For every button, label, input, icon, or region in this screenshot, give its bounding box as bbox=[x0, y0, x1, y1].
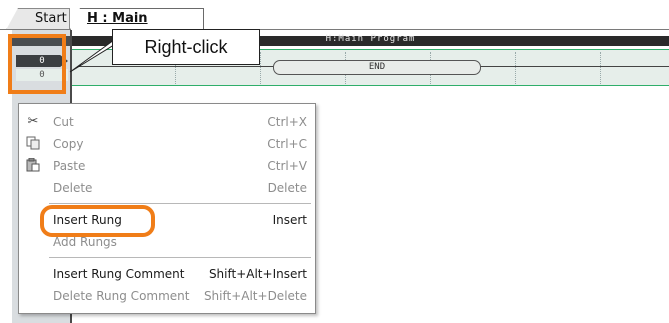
insert-rung-highlight bbox=[40, 205, 155, 237]
end-instruction[interactable]: END bbox=[273, 60, 481, 75]
menu-item-shortcut: Ctrl+C bbox=[267, 137, 307, 151]
right-click-callout: Right-click bbox=[112, 29, 260, 65]
menu-item-label: Cut bbox=[53, 115, 74, 129]
menu-item-shortcut: Insert bbox=[272, 213, 307, 227]
menu-item-label: Delete Rung Comment bbox=[53, 289, 190, 303]
rung-header-highlight bbox=[8, 34, 66, 94]
menu-item-label: Copy bbox=[53, 137, 84, 151]
menu-item-cut[interactable]: ✂ Cut Ctrl+X bbox=[19, 112, 315, 132]
menu-separator bbox=[49, 257, 311, 258]
menu-separator bbox=[49, 203, 311, 204]
menu-item-shortcut: Shift+Alt+Insert bbox=[208, 267, 307, 281]
paste-icon bbox=[25, 157, 41, 174]
copy-icon-glyph bbox=[26, 136, 40, 150]
menu-item-delete-rung-comment[interactable]: Delete Rung Comment Shift+Alt+Delete bbox=[19, 286, 315, 306]
menu-item-insert-rung-comment[interactable]: Insert Rung Comment Shift+Alt+Insert bbox=[19, 264, 315, 284]
menu-item-shortcut: Shift+Alt+Delete bbox=[203, 289, 307, 303]
grid-line bbox=[260, 52, 261, 84]
tab-strip: Start H : Main Program bbox=[0, 0, 669, 30]
menu-item-label: Delete bbox=[53, 181, 93, 195]
menu-item-label: Paste bbox=[53, 159, 86, 173]
grid-line bbox=[515, 52, 516, 84]
menu-item-shortcut: Ctrl+V bbox=[267, 159, 307, 173]
menu-item-delete[interactable]: Delete Delete bbox=[19, 178, 315, 198]
menu-item-shortcut: Ctrl+X bbox=[267, 115, 307, 129]
menu-item-copy[interactable]: Copy Ctrl+C bbox=[19, 134, 315, 154]
menu-item-shortcut: Delete bbox=[267, 181, 307, 195]
rung-separator-bottom bbox=[72, 85, 669, 86]
tab-start[interactable]: Start bbox=[6, 8, 70, 30]
copy-icon bbox=[25, 136, 41, 152]
menu-item-label: Insert Rung Comment bbox=[53, 267, 185, 281]
scissors-icon: ✂ bbox=[27, 114, 39, 129]
menu-item-paste[interactable]: Paste Ctrl+V bbox=[19, 156, 315, 176]
tab-main-program[interactable]: H : Main Program bbox=[70, 8, 204, 30]
paste-icon-glyph bbox=[26, 157, 40, 172]
grid-line bbox=[600, 52, 601, 84]
